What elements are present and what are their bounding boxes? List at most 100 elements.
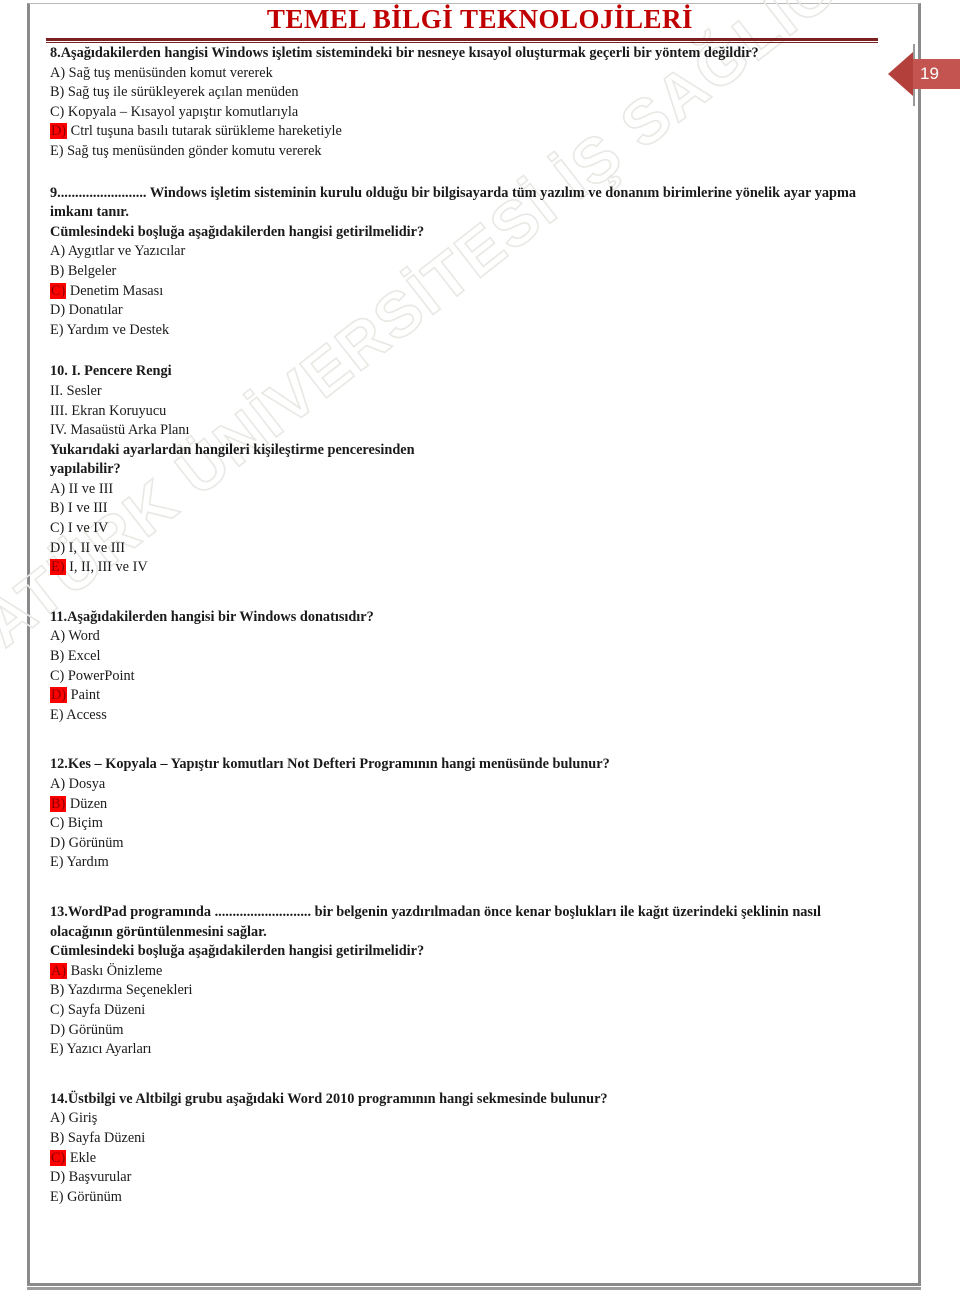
option-text: Excel xyxy=(64,648,101,665)
answer-option-correct[interactable]: C) Ekle xyxy=(50,1149,880,1169)
answer-option[interactable]: D) Başvurular xyxy=(50,1168,880,1188)
answer-option[interactable]: E) Yardım ve Destek xyxy=(50,321,880,341)
option-text: Ekle xyxy=(66,1149,97,1166)
option-text: Giriş xyxy=(65,1110,98,1127)
page-title: TEMEL BİLGİ TEKNOLOJİLERİ xyxy=(266,4,694,34)
option-marker: A) xyxy=(50,243,66,260)
option-text: Word xyxy=(65,628,100,645)
option-text: Kopyala – Kısayol yapıştır komutlarıyla xyxy=(64,103,299,120)
answer-option[interactable]: E) Sağ tuş menüsünden gönder komutu vere… xyxy=(50,142,880,162)
question-block: 8.Aşağıdakilerden hangisi Windows işleti… xyxy=(50,44,880,162)
option-text: Görünüm xyxy=(63,1188,122,1205)
answer-option[interactable]: C) Biçim xyxy=(50,814,880,834)
answer-option-correct[interactable]: D) Paint xyxy=(50,686,880,706)
option-text: Belgeler xyxy=(64,262,117,279)
question-block: 11.Aşağıdakilerden hangisi bir Windows d… xyxy=(50,608,880,726)
answer-option[interactable]: A) Giriş xyxy=(50,1109,880,1129)
option-text: Yazıcı Ayarları xyxy=(63,1041,152,1058)
question-extra-line: II. Sesler xyxy=(50,382,102,399)
question-spacer xyxy=(50,1207,880,1237)
option-text: Denetim Masası xyxy=(66,282,164,299)
answer-option[interactable]: E) Görünüm xyxy=(50,1188,880,1208)
option-marker: E) xyxy=(50,1188,64,1205)
answer-option[interactable]: C) I ve IV xyxy=(50,519,880,539)
option-text: Aygıtlar ve Yazıcılar xyxy=(65,243,186,260)
answer-option[interactable]: A) Aygıtlar ve Yazıcılar xyxy=(50,242,880,262)
answer-option[interactable]: C) Sayfa Düzeni xyxy=(50,1001,880,1021)
answer-option[interactable]: C) PowerPoint xyxy=(50,667,880,687)
option-marker: A) xyxy=(50,628,66,645)
option-marker: A) xyxy=(50,776,66,792)
question-block: 10. I. Pencere Rengi II. Sesler III. Ekran… xyxy=(50,362,880,578)
option-text: Düzen xyxy=(66,795,108,812)
option-marker: E) xyxy=(50,854,64,871)
question-stem: 10. I. Pencere Rengi xyxy=(50,363,172,380)
option-marker: D) xyxy=(50,539,66,556)
question-spacer xyxy=(50,578,880,608)
option-text: II ve III xyxy=(65,480,114,497)
answer-option[interactable]: A) Dosya xyxy=(50,775,880,795)
option-marker: C) xyxy=(50,667,65,684)
option-text: Görünüm xyxy=(65,1021,124,1038)
option-text: I ve IV xyxy=(64,520,109,537)
question-stem: 11.Aşağıdakilerden hangisi bir Windows d… xyxy=(50,608,374,625)
question-extra-line: Yukarıdaki ayarlardan hangileri kişileşt… xyxy=(50,441,415,458)
option-marker: C) xyxy=(50,282,67,299)
answer-option[interactable]: E) Yardım xyxy=(50,853,880,873)
option-text: Biçim xyxy=(64,815,103,832)
option-marker: D) xyxy=(50,834,66,851)
question-spacer xyxy=(50,340,880,362)
question-extra-line: Cümlesindeki boşluğa aşağıdakilerden han… xyxy=(50,943,425,960)
option-text: Sağ tuş menüsünden komut vererek xyxy=(65,64,273,81)
answer-option[interactable]: A) Sağ tuş menüsünden komut vererek xyxy=(50,64,880,84)
option-text: Paint xyxy=(67,687,101,704)
answer-option[interactable]: B) Sayfa Düzeni xyxy=(50,1129,880,1149)
option-text: Baskı Önizleme xyxy=(67,962,163,979)
option-marker: C) xyxy=(50,815,65,832)
question-spacer xyxy=(50,873,880,903)
answer-option-correct[interactable]: B) Düzen xyxy=(50,795,880,815)
option-marker: E) xyxy=(50,321,64,338)
answer-option-correct[interactable]: E) I, II, III ve IV xyxy=(50,558,880,578)
question-extra-line: IV. Masaüstü Arka Planı xyxy=(50,422,190,439)
question-spacer xyxy=(50,162,880,184)
answer-option[interactable]: D) Görünüm xyxy=(50,834,880,854)
answer-option[interactable]: A) Word xyxy=(50,627,880,647)
option-text: I ve III xyxy=(64,500,108,517)
answer-option[interactable]: D) Görünüm xyxy=(50,1021,880,1041)
question-stem: 8.Aşağıdakilerden hangisi Windows işleti… xyxy=(50,45,759,61)
answer-option-correct[interactable]: C) Denetim Masası xyxy=(50,282,880,302)
page-number-badge: 19 xyxy=(888,44,960,106)
answer-option[interactable]: B) Sağ tuş ile sürükleyerek açılan menüd… xyxy=(50,83,880,103)
answer-option[interactable]: B) Belgeler xyxy=(50,262,880,282)
answer-option[interactable]: D) Donatılar xyxy=(50,301,880,321)
answer-option[interactable]: C) Kopyala – Kısayol yapıştır komutlarıy… xyxy=(50,103,880,123)
answer-option[interactable]: D) I, II ve III xyxy=(50,539,880,559)
option-text: Dosya xyxy=(65,776,106,792)
question-extra-line: yapılabilir? xyxy=(50,461,121,478)
answer-option-correct[interactable]: A) Baskı Önizleme xyxy=(50,962,880,982)
question-stem: 9......................... Windows işlet… xyxy=(50,184,857,221)
option-marker: E) xyxy=(50,142,64,159)
answer-option[interactable]: E) Access xyxy=(50,706,880,726)
option-marker: B) xyxy=(50,1129,65,1146)
answer-option[interactable]: B) Excel xyxy=(50,647,880,667)
option-text: Donatılar xyxy=(65,302,123,319)
answer-option-correct[interactable]: D) Ctrl tuşuna basılı tutarak sürükleme … xyxy=(50,122,880,142)
question-stem: 13.WordPad programında .................… xyxy=(50,903,821,940)
answer-option[interactable]: B) Yazdırma Seçenekleri xyxy=(50,981,880,1001)
option-text: Görünüm xyxy=(65,834,124,851)
answer-option[interactable]: B) I ve III xyxy=(50,499,880,519)
left-arrow-icon xyxy=(888,52,913,96)
question-block: 9......................... Windows işlet… xyxy=(50,184,880,341)
answer-option[interactable]: A) II ve III xyxy=(50,480,880,500)
option-text: Access xyxy=(63,706,107,723)
answer-option[interactable]: E) Yazıcı Ayarları xyxy=(50,1040,880,1060)
page-number-label: 19 xyxy=(920,64,939,83)
option-marker: A) xyxy=(50,64,66,81)
option-marker: B) xyxy=(50,500,65,517)
option-text: Ctrl tuşuna basılı tutarak sürükleme har… xyxy=(67,123,342,140)
option-text: Sağ tuş ile sürükleyerek açılan menüden xyxy=(64,84,299,101)
option-marker: D) xyxy=(50,687,68,704)
option-marker: D) xyxy=(50,1021,66,1038)
